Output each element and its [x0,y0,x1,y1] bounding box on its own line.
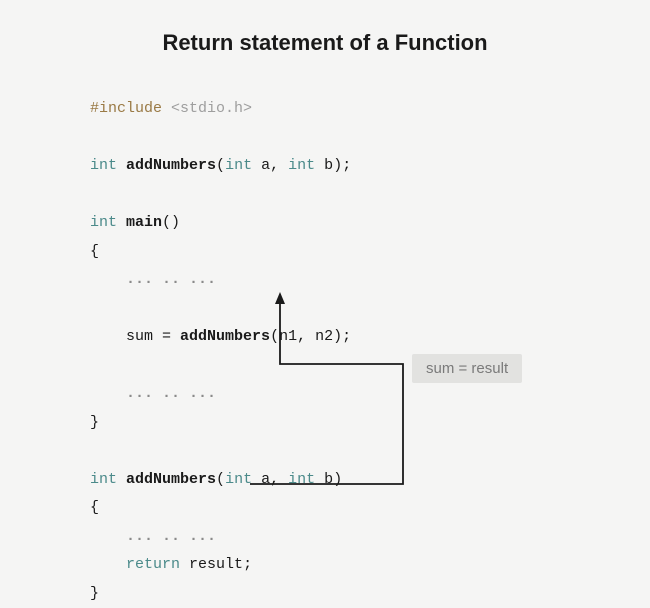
ellipsis: ... .. ... [126,271,216,288]
fn-main: main [126,214,162,231]
ellipsis: ... .. ... [126,528,216,545]
brace-open: { [90,243,99,260]
ellipsis: ... .. ... [126,385,216,402]
return-keyword: return [126,556,180,573]
comma: , [270,471,279,488]
empty-parens: () [162,214,180,231]
brace-close: } [90,414,99,431]
brace-close: } [90,585,99,602]
type-keyword: int [225,157,252,174]
arg-n1: n1 [279,328,297,345]
type-keyword: int [90,471,117,488]
fn-prototype-name: addNumbers [126,157,216,174]
type-keyword: int [90,157,117,174]
paren-open: ( [216,471,225,488]
type-keyword: int [288,157,315,174]
var-sum: sum [126,328,153,345]
comma: , [297,328,306,345]
return-value: result [189,556,243,573]
param-a: a [261,471,270,488]
semicolon: ; [342,328,351,345]
fn-call-addNumbers: addNumbers [180,328,270,345]
code-block: #include <stdio.h> int addNumbers(int a,… [90,95,351,608]
comma: , [270,157,279,174]
param-a: a [261,157,270,174]
arg-n2: n2 [315,328,333,345]
preprocessor-directive: #include [90,100,162,117]
paren-close: ) [333,471,342,488]
type-keyword: int [90,214,117,231]
paren-open: ( [216,157,225,174]
annotation-sum-result: sum = result [412,354,522,383]
paren-close: ) [333,157,342,174]
include-header: <stdio.h> [171,100,252,117]
fn-def-addNumbers: addNumbers [126,471,216,488]
semicolon: ; [243,556,252,573]
paren-open: ( [270,328,279,345]
type-keyword: int [225,471,252,488]
param-b: b [324,471,333,488]
type-keyword: int [288,471,315,488]
paren-close: ) [333,328,342,345]
semicolon: ; [342,157,351,174]
brace-open: { [90,499,99,516]
equals: = [153,328,180,345]
diagram-title: Return statement of a Function [0,0,650,56]
param-b: b [324,157,333,174]
